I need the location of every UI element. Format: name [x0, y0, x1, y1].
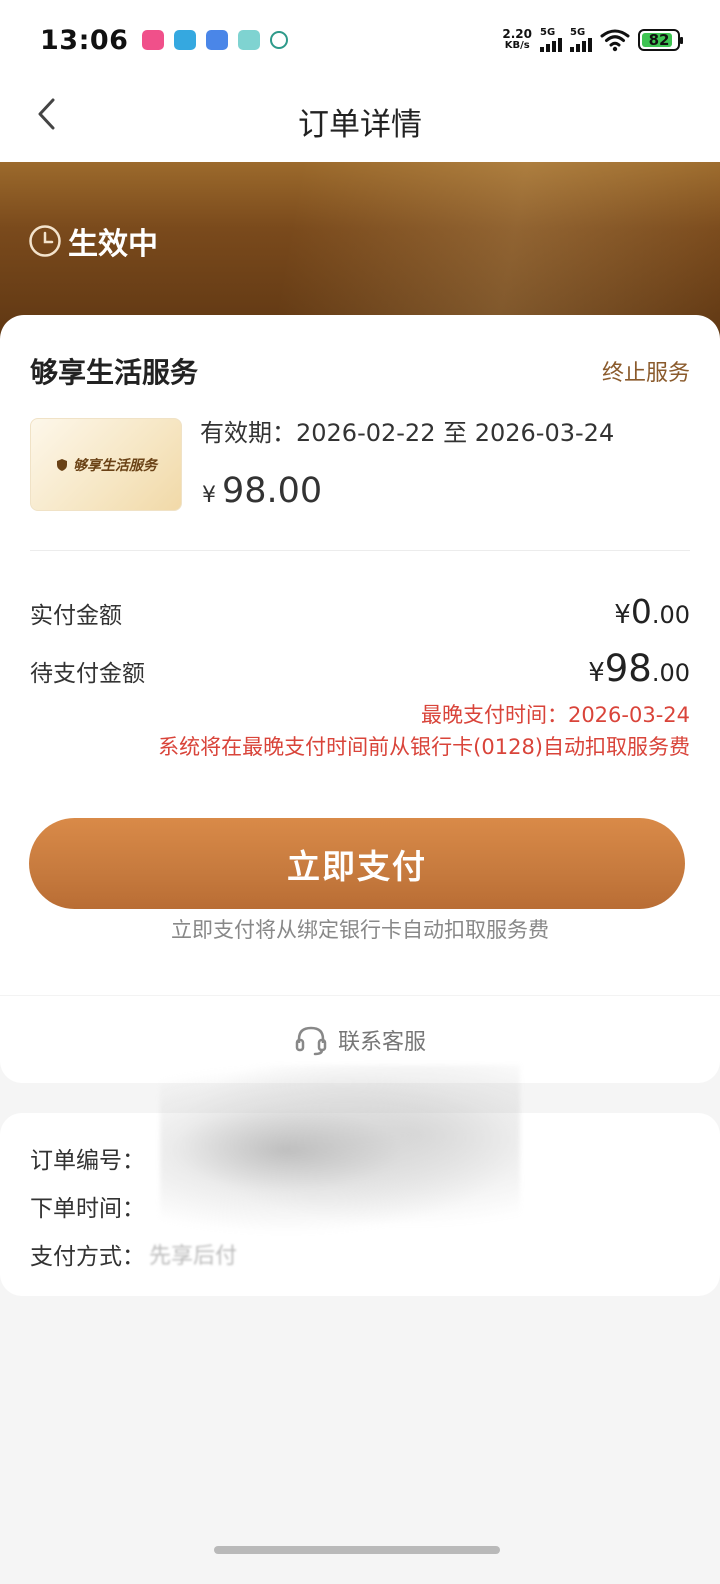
wifi-icon — [600, 29, 630, 52]
due-amount-label: 待支付金额 — [30, 661, 145, 687]
due-amount: ¥ 98 .00 — [588, 647, 690, 690]
service-name: 够享生活服务 — [30, 356, 199, 389]
order-time-label: 下单时间： — [30, 1196, 145, 1222]
status-right: 2.20 KB/s 5G 5G 82 — [502, 28, 683, 52]
clock-icon — [29, 225, 61, 257]
signal-bars-icon — [570, 38, 592, 52]
order-time-row: 下单时间： — [30, 1189, 145, 1223]
paid-amount: ¥ 0 .00 — [614, 592, 690, 631]
contact-service-label: 联系客服 — [337, 1029, 426, 1055]
due-integer: 98 — [604, 647, 652, 690]
back-button[interactable] — [26, 94, 66, 134]
price-currency: ¥ — [202, 483, 216, 508]
signal-bars-icon — [540, 38, 562, 52]
home-indicator[interactable] — [214, 1546, 500, 1554]
service-header: 够享生活服务 终止服务 — [30, 351, 690, 391]
contact-service-button[interactable]: 联系客服 — [294, 1023, 426, 1057]
due-currency: ¥ — [588, 658, 605, 688]
due-decimal: .00 — [651, 659, 690, 687]
payment-method-row: 支付方式： 先享后付 — [30, 1237, 237, 1271]
due-amount-row: 待支付金额 ¥ 98 .00 — [30, 647, 690, 690]
paid-integer: 0 — [630, 592, 652, 631]
pay-now-note: 立即支付将从绑定银行卡自动扣取服务费 — [171, 918, 549, 942]
net-speed-value: 2.20 — [502, 27, 532, 41]
order-number-row: 订单编号： — [30, 1141, 145, 1175]
service-thumbnail: 够享生活服务 — [30, 418, 182, 511]
app-icon-wallet — [206, 30, 229, 50]
app-icon-card — [238, 30, 261, 50]
app-icon-pink — [142, 30, 165, 50]
battery-level: 82 — [648, 31, 670, 49]
notification-icons — [142, 30, 289, 50]
shield-logo-icon — [57, 458, 67, 471]
order-detail-page: 13:06 2.20 KB/s 5G 5G 82 订单详情 生效中 够享生活服务… — [0, 0, 720, 1584]
paid-amount-label: 实付金额 — [30, 603, 122, 629]
order-status: 生效中 — [28, 219, 158, 263]
paid-decimal: .00 — [651, 601, 690, 629]
status-time: 13:06 — [40, 24, 129, 56]
app-icon-paper-plane — [174, 30, 197, 50]
order-number-label: 订单编号： — [30, 1148, 145, 1174]
payment-deadline: 最晚支付时间：2026-03-24 — [420, 703, 690, 727]
net-speed-unit: KB/s — [504, 40, 530, 51]
sim1-label: 5G — [540, 27, 556, 38]
redaction-smudge — [160, 1065, 520, 1235]
order-status-label: 生效中 — [68, 227, 158, 262]
chevron-left-icon — [38, 98, 55, 130]
battery-icon: 82 — [638, 29, 683, 51]
paid-amount-row: 实付金额 ¥ 0 .00 — [30, 592, 690, 631]
app-icon-bank — [270, 31, 289, 49]
service-price: ¥ 98.00 — [202, 471, 322, 511]
pay-now-button[interactable]: 立即支付 — [29, 818, 685, 909]
page-title: 订单详情 — [298, 106, 422, 143]
validity-period: 有效期：2026-02-22 至 2026-03-24 — [200, 419, 615, 447]
headset-icon — [295, 1026, 327, 1055]
signal-sim2: 5G — [570, 28, 592, 52]
nav-bar: 订单详情 — [0, 80, 720, 162]
net-speed: 2.20 KB/s — [502, 28, 532, 52]
terminate-service-button[interactable]: 终止服务 — [602, 355, 690, 387]
pay-now-label: 立即支付 — [287, 846, 427, 886]
thumbnail-text: 够享生活服务 — [73, 457, 157, 474]
paid-currency: ¥ — [614, 600, 631, 630]
auto-debit-note: 系统将在最晚支付时间前从银行卡(0128)自动扣取服务费 — [158, 735, 690, 759]
sim2-label: 5G — [570, 27, 586, 38]
signal-sim1: 5G — [540, 28, 562, 52]
payment-method-label: 支付方式： — [30, 1244, 145, 1270]
divider — [30, 550, 690, 551]
status-bar: 13:06 2.20 KB/s 5G 5G 82 — [0, 0, 720, 80]
price-value: 98.00 — [222, 471, 323, 511]
order-card: 够享生活服务 终止服务 够享生活服务 有效期：2026-02-22 至 2026… — [0, 315, 720, 995]
payment-method-value: 先享后付 — [149, 1244, 238, 1269]
